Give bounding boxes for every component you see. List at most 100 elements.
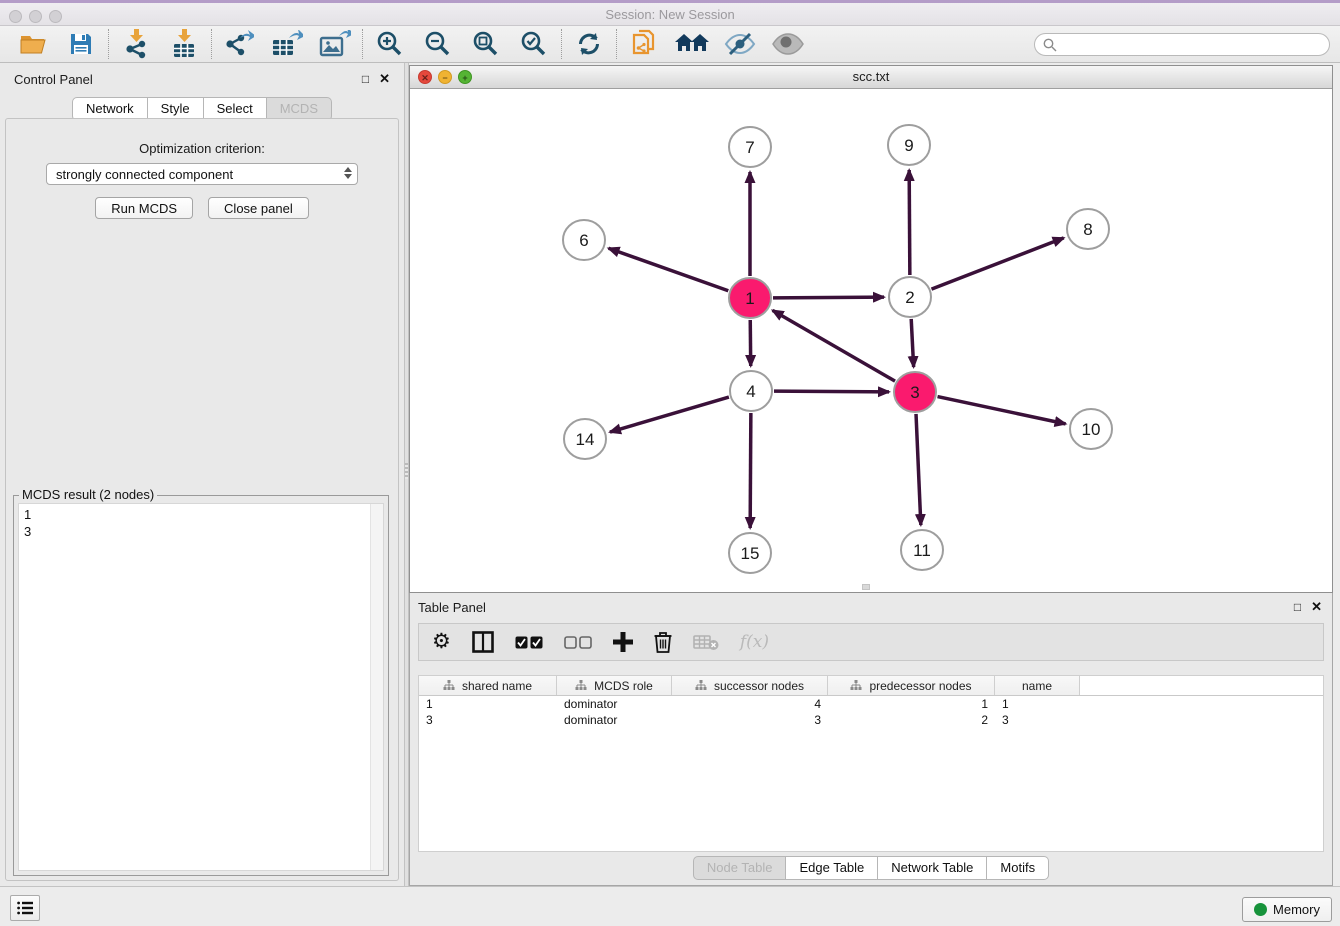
column-header-name[interactable]: name bbox=[995, 676, 1080, 695]
zoom-out-button[interactable] bbox=[421, 28, 455, 60]
cell-shared-name[interactable]: 1 bbox=[419, 696, 557, 712]
network-minimize-button[interactable]: − bbox=[438, 70, 452, 84]
svg-text:10: 10 bbox=[1082, 420, 1101, 439]
cell-shared-name[interactable]: 3 bbox=[419, 712, 557, 728]
graph-node-8[interactable]: 8 bbox=[1067, 209, 1109, 249]
window-resize-grip[interactable] bbox=[862, 584, 870, 590]
close-panel-icon[interactable]: ✕ bbox=[379, 71, 390, 87]
control-panel-title: Control Panel bbox=[14, 72, 93, 87]
application-window: Session: New Session bbox=[0, 0, 1340, 926]
search-box[interactable] bbox=[1034, 33, 1330, 56]
graph-node-1[interactable]: 1 bbox=[729, 278, 771, 318]
graph-node-14[interactable]: 14 bbox=[564, 419, 606, 459]
cell-mcds-role[interactable]: dominator bbox=[557, 696, 672, 712]
graph-node-9[interactable]: 9 bbox=[888, 125, 930, 165]
delete-table-button table-delete-icon[interactable] bbox=[693, 628, 719, 656]
graph-node-6[interactable]: 6 bbox=[563, 220, 605, 260]
cell-mcds-role[interactable]: dominator bbox=[557, 712, 672, 728]
graph-edge-2-8[interactable] bbox=[931, 238, 1063, 289]
task-history-button[interactable] bbox=[10, 895, 40, 921]
close-table-panel-icon[interactable]: ✕ bbox=[1311, 599, 1322, 615]
memory-button[interactable]: Memory bbox=[1242, 897, 1332, 922]
hide-panel-button[interactable] bbox=[723, 28, 757, 60]
import-network-button[interactable] bbox=[119, 28, 153, 60]
table-panel: Table Panel □ ✕ ⚙ f(x) shared name MCDS … bbox=[409, 593, 1333, 886]
graph-edge-4-15[interactable] bbox=[750, 413, 751, 528]
cell-name[interactable]: 3 bbox=[995, 712, 1080, 728]
graph-node-4[interactable]: 4 bbox=[730, 371, 772, 411]
open-folder-icon bbox=[19, 32, 47, 56]
export-image-button[interactable] bbox=[318, 28, 352, 60]
network-maximize-button[interactable]: + bbox=[458, 70, 472, 84]
svg-text:15: 15 bbox=[741, 544, 760, 563]
float-panel-icon[interactable]: □ bbox=[362, 72, 369, 86]
graph-node-10[interactable]: 10 bbox=[1070, 409, 1112, 449]
import-table-button[interactable] bbox=[167, 28, 201, 60]
tab-edge-table[interactable]: Edge Table bbox=[786, 856, 878, 880]
window-minimize-button[interactable] bbox=[29, 10, 42, 23]
window-zoom-button[interactable] bbox=[49, 10, 62, 23]
network-window-titlebar[interactable]: ✕ − + scc.txt bbox=[410, 66, 1332, 89]
result-scrollbar[interactable] bbox=[370, 504, 383, 870]
cell-predecessor-nodes[interactable]: 1 bbox=[828, 696, 995, 712]
graph-edge-3-10[interactable] bbox=[938, 397, 1066, 424]
graph-node-3[interactable]: 3 bbox=[894, 372, 936, 412]
optimization-criterion-dropdown[interactable]: strongly connected component bbox=[46, 163, 358, 185]
graph-edge-2-9[interactable] bbox=[909, 170, 910, 275]
mcds-result-text[interactable]: 1 3 bbox=[19, 504, 369, 870]
cell-successor-nodes[interactable]: 3 bbox=[672, 712, 828, 728]
column-header-predecessor-nodes[interactable]: predecessor nodes bbox=[828, 676, 995, 695]
function-builder-button fx-icon[interactable]: f(x) bbox=[740, 628, 769, 656]
zoom-in-button[interactable] bbox=[373, 28, 407, 60]
deselect-all-button unchecked-boxes-icon[interactable] bbox=[564, 628, 592, 656]
svg-text:3: 3 bbox=[910, 383, 919, 402]
table-row[interactable]: 3 dominator 3 2 3 bbox=[419, 712, 1323, 728]
close-panel-button[interactable]: Close panel bbox=[208, 197, 309, 219]
graph-edge-4-14[interactable] bbox=[610, 397, 729, 432]
graph-node-15[interactable]: 15 bbox=[729, 533, 771, 573]
graph-edge-1-6[interactable] bbox=[609, 248, 729, 290]
graph-node-11[interactable]: 11 bbox=[901, 530, 943, 570]
delete-column-button trash-icon[interactable] bbox=[654, 628, 672, 656]
select-all-button checked-boxes-icon[interactable] bbox=[515, 628, 543, 656]
graph-edge-3-1[interactable] bbox=[773, 310, 895, 381]
tab-motifs[interactable]: Motifs bbox=[987, 856, 1049, 880]
run-mcds-button[interactable]: Run MCDS bbox=[95, 197, 193, 219]
graph-edge-1-2[interactable] bbox=[773, 297, 884, 298]
search-input[interactable] bbox=[1062, 37, 1329, 52]
network-close-button[interactable]: ✕ bbox=[418, 70, 432, 84]
save-session-button[interactable] bbox=[64, 28, 98, 60]
add-column-button plus-icon[interactable] bbox=[613, 628, 633, 656]
graph-node-2[interactable]: 2 bbox=[889, 277, 931, 317]
show-panel-button[interactable] bbox=[771, 28, 805, 60]
network-canvas[interactable]: 1 2 3 4 6 7 8 9 10 11 14 15 bbox=[410, 89, 1332, 592]
table-settings-button gear-icon[interactable]: ⚙ bbox=[432, 628, 451, 656]
column-header-successor-nodes[interactable]: successor nodes bbox=[672, 676, 828, 695]
network-graph[interactable]: 1 2 3 4 6 7 8 9 10 11 14 15 bbox=[410, 89, 1332, 593]
cell-successor-nodes[interactable]: 4 bbox=[672, 696, 828, 712]
table-row[interactable]: 1 dominator 4 1 1 bbox=[419, 696, 1323, 712]
float-table-panel-icon[interactable]: □ bbox=[1294, 600, 1301, 614]
column-header-shared-name[interactable]: shared name bbox=[419, 676, 557, 695]
cell-name[interactable]: 1 bbox=[995, 696, 1080, 712]
mcds-result-box: 1 3 bbox=[18, 503, 384, 871]
export-network-button[interactable] bbox=[222, 28, 256, 60]
window-close-button[interactable] bbox=[9, 10, 22, 23]
cell-predecessor-nodes[interactable]: 2 bbox=[828, 712, 995, 728]
graph-edge-4-3[interactable] bbox=[774, 391, 889, 392]
duplicate-network-button[interactable] bbox=[627, 28, 661, 60]
home-layout-button[interactable] bbox=[675, 28, 709, 60]
main-toolbar bbox=[0, 26, 1340, 63]
graph-node-7[interactable]: 7 bbox=[729, 127, 771, 167]
zoom-fit-button[interactable] bbox=[469, 28, 503, 60]
column-header-mcds-role[interactable]: MCDS role bbox=[557, 676, 672, 695]
graph-edge-3-11[interactable] bbox=[916, 414, 921, 525]
column-visibility-button columns-icon[interactable] bbox=[472, 628, 494, 656]
export-table-button[interactable] bbox=[270, 28, 304, 60]
tab-network-table[interactable]: Network Table bbox=[878, 856, 987, 880]
tab-node-table[interactable]: Node Table bbox=[693, 856, 787, 880]
refresh-view-button[interactable] bbox=[572, 28, 606, 60]
open-file-button[interactable] bbox=[16, 28, 50, 60]
graph-edge-2-3[interactable] bbox=[911, 319, 913, 367]
zoom-selected-button[interactable] bbox=[517, 28, 551, 60]
